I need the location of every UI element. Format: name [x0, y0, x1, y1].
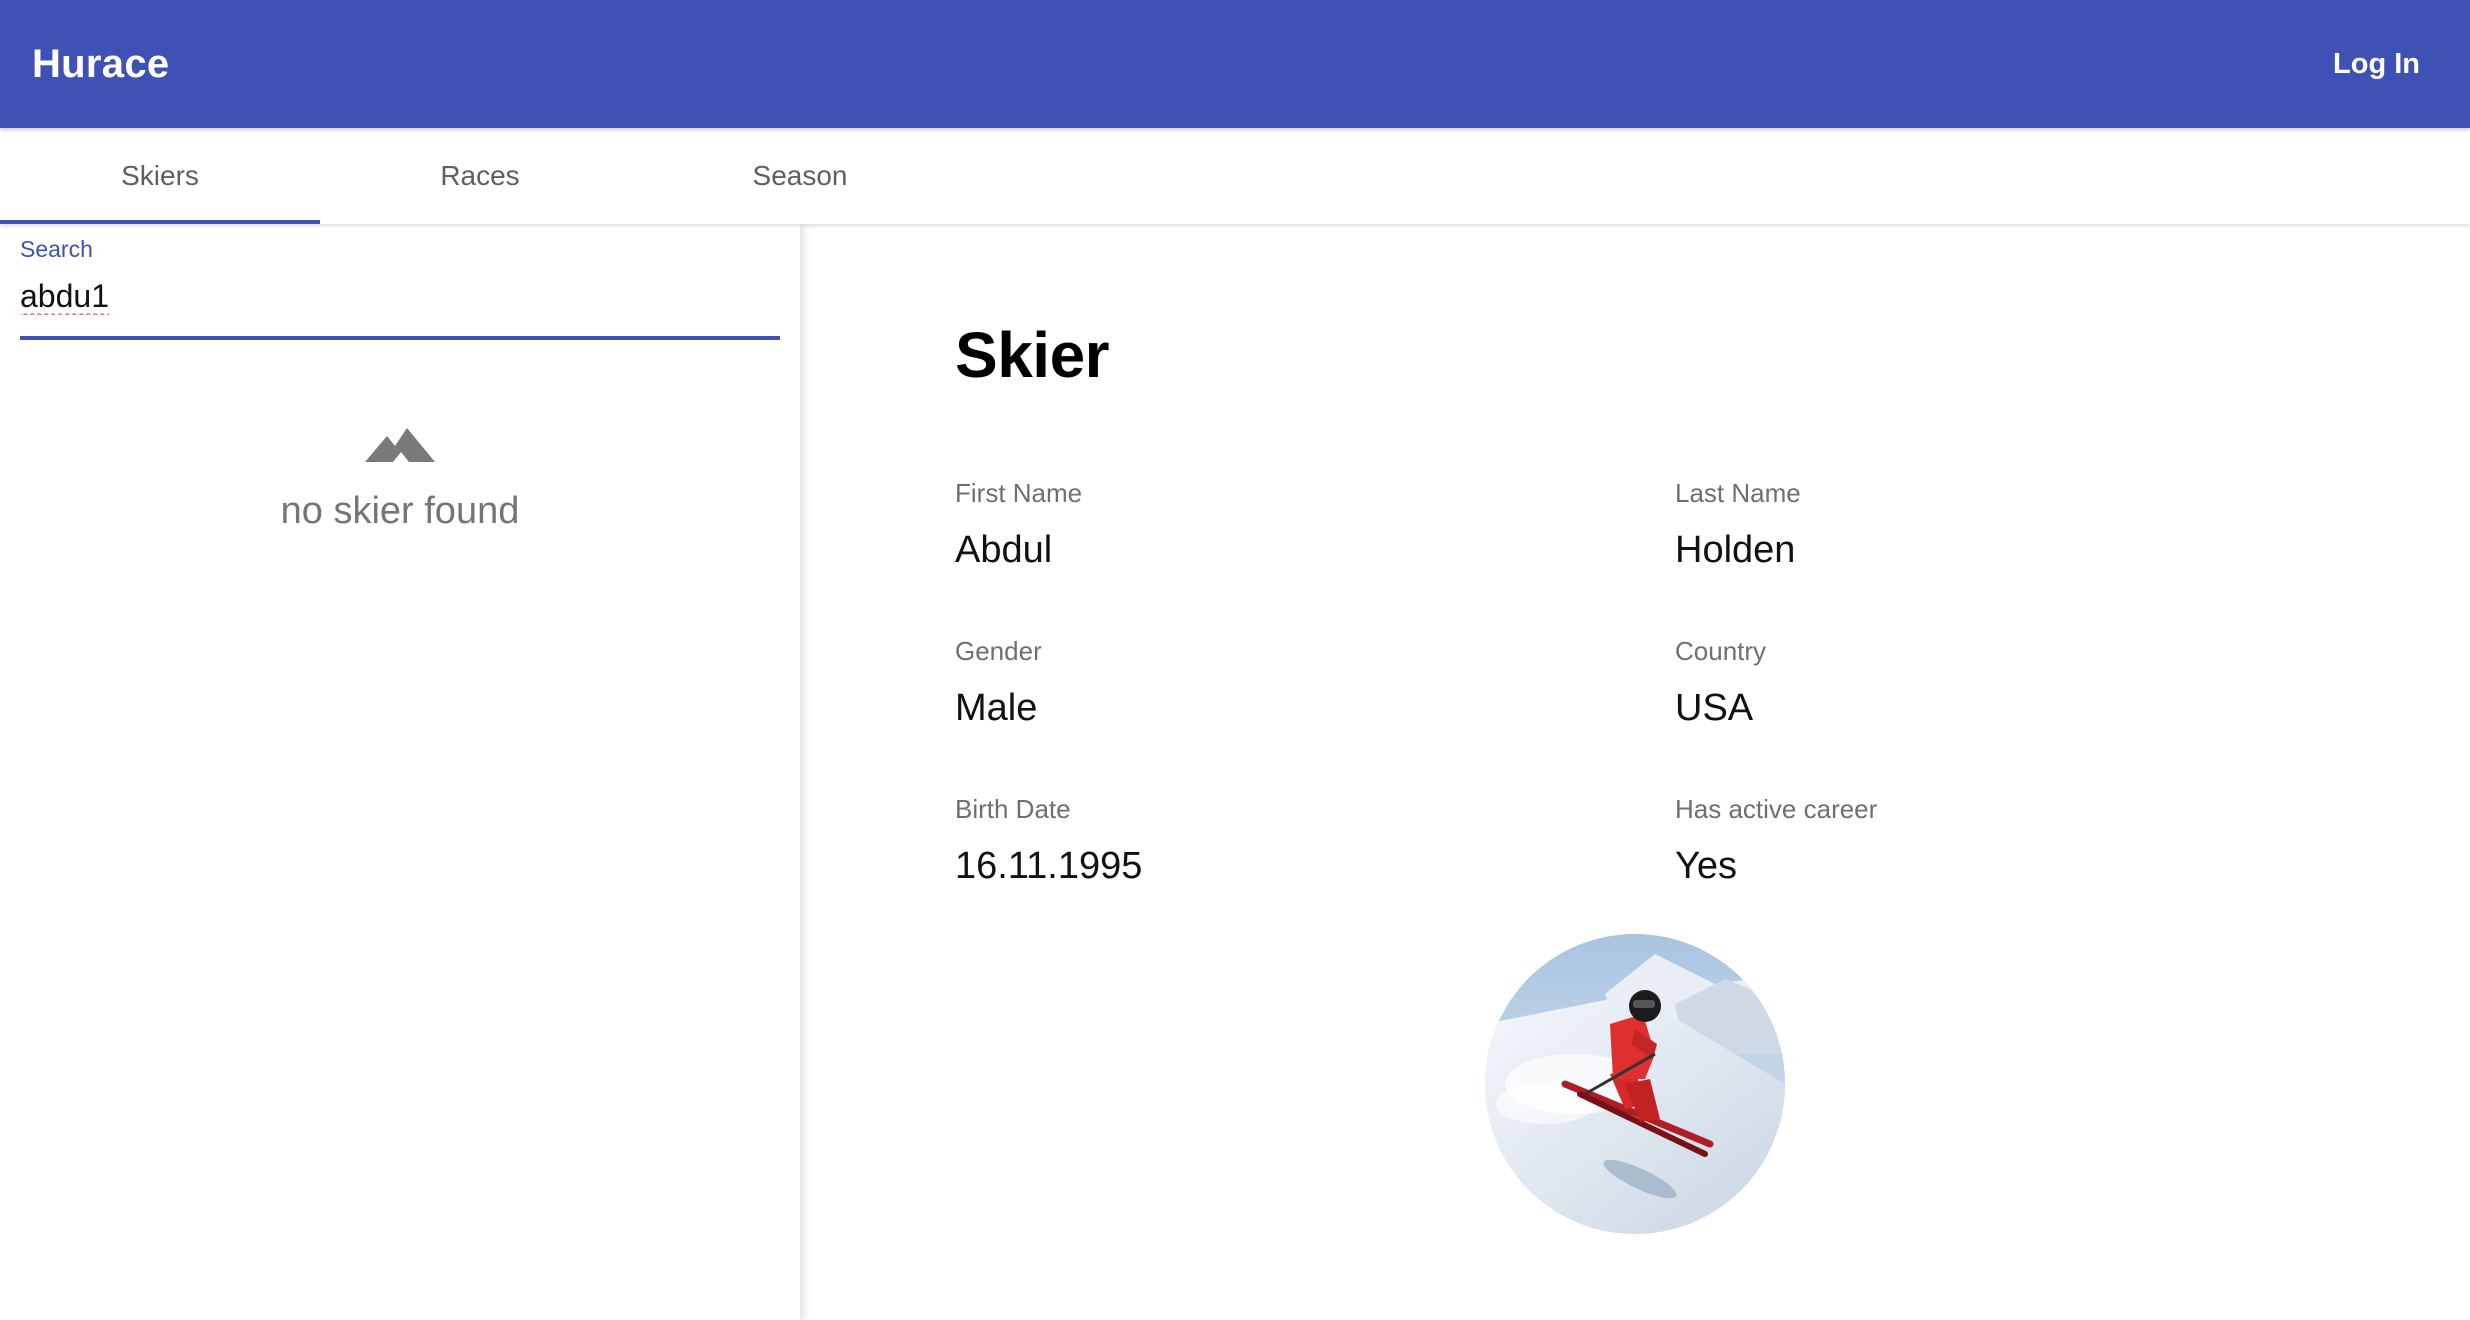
- field-label: First Name: [955, 478, 1083, 508]
- field-label: Country: [1675, 636, 1767, 666]
- search-label: Search: [20, 236, 93, 262]
- app-bar: Hurace Log In: [0, 0, 2470, 128]
- search-input[interactable]: [20, 268, 780, 324]
- skier-detail: Skier First Name Abdul Last Name Holden …: [800, 224, 2470, 1320]
- app-title: Hurace: [32, 42, 170, 86]
- field-label: Last Name: [1675, 478, 1801, 508]
- field-value: 16.11.1995: [955, 845, 1143, 887]
- mountain-icon: [0, 424, 800, 464]
- gender-field: Gender Male: [955, 634, 1555, 730]
- empty-results: no skier found: [0, 424, 800, 533]
- field-value: Male: [955, 687, 1038, 729]
- tab-bar: Skiers Races Season: [0, 128, 2470, 224]
- field-value: Abdul: [955, 529, 1053, 571]
- tab-season[interactable]: Season: [640, 128, 960, 224]
- country-field: Country USA: [1675, 634, 2275, 730]
- search-field: Search: [20, 236, 780, 342]
- tab-races[interactable]: Races: [320, 128, 640, 224]
- login-button[interactable]: Log In: [2333, 0, 2420, 128]
- field-label: Has active career: [1675, 794, 1878, 824]
- last-name-field: Last Name Holden: [1675, 476, 2275, 572]
- field-value: Holden: [1675, 529, 1796, 571]
- active-tab-indicator: [0, 220, 320, 224]
- skier-photo: [1485, 934, 1785, 1234]
- skier-list-panel: Search no skier found: [0, 224, 800, 1320]
- tab-skiers[interactable]: Skiers: [0, 128, 320, 224]
- field-label: Gender: [955, 636, 1042, 666]
- field-label: Birth Date: [955, 794, 1071, 824]
- birth-date-field: Birth Date 16.11.1995: [955, 792, 1555, 888]
- page-title: Skier: [955, 319, 1110, 391]
- search-underline: [20, 336, 780, 340]
- first-name-field: First Name Abdul: [955, 476, 1555, 572]
- empty-results-text: no skier found: [280, 490, 520, 532]
- active-career-field: Has active career Yes: [1675, 792, 2275, 888]
- field-value: USA: [1675, 687, 1754, 729]
- field-value: Yes: [1675, 845, 1737, 887]
